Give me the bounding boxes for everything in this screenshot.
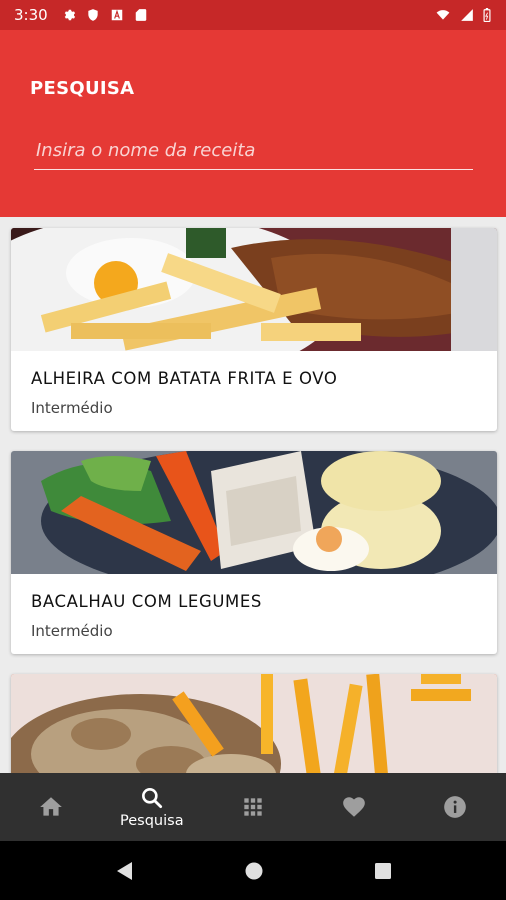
recipe-image-steak [11,674,497,773]
sd-card-icon [135,9,146,21]
shield-icon [88,9,98,21]
status-icons-right [434,8,492,22]
heart-icon [343,797,366,817]
info-icon [444,796,467,818]
battery-icon [483,8,491,22]
page-title: PESQUISA [30,78,135,99]
nav-search[interactable]: Pesquisa [101,773,202,841]
recipe-card[interactable] [11,674,497,773]
settings-gear-icon [64,9,75,21]
recipe-difficulty: Intermédio [31,622,113,640]
recipe-image-bacalhau [11,451,497,574]
status-bar: 3:30 [0,0,506,30]
nav-info[interactable] [405,773,506,841]
signal-icon [461,9,473,21]
nav-categories[interactable] [202,773,303,841]
recipe-card[interactable]: BACALHAU COM LEGUMES Intermédio [11,451,497,654]
status-time: 3:30 [14,6,48,24]
search-icon [141,788,162,809]
recents-icon[interactable] [374,862,392,880]
home-circle-icon[interactable] [244,861,264,881]
search-input[interactable] [34,134,473,166]
nav-search-label: Pesquisa [120,813,184,829]
bottom-navigation: Pesquisa [0,773,506,841]
nav-home[interactable] [0,773,101,841]
app-header: PESQUISA [0,30,506,217]
recipe-list[interactable]: ALHEIRA COM BATATA FRITA E OVO Intermédi… [0,217,506,773]
back-icon[interactable] [114,860,134,882]
recipe-card[interactable]: ALHEIRA COM BATATA FRITA E OVO Intermédi… [11,228,497,431]
wifi-icon [436,10,450,20]
grid-icon [244,798,262,816]
recipe-title: ALHEIRA COM BATATA FRITA E OVO [31,369,338,388]
home-icon [39,797,62,816]
app-a-icon [111,9,122,21]
status-icons-left [62,8,148,22]
system-navigation-bar [0,841,506,900]
recipe-title: BACALHAU COM LEGUMES [31,592,262,611]
recipe-difficulty: Intermédio [31,399,113,417]
recipe-image-alheira [11,228,497,351]
nav-favorites[interactable] [304,773,405,841]
search-field [34,134,473,170]
